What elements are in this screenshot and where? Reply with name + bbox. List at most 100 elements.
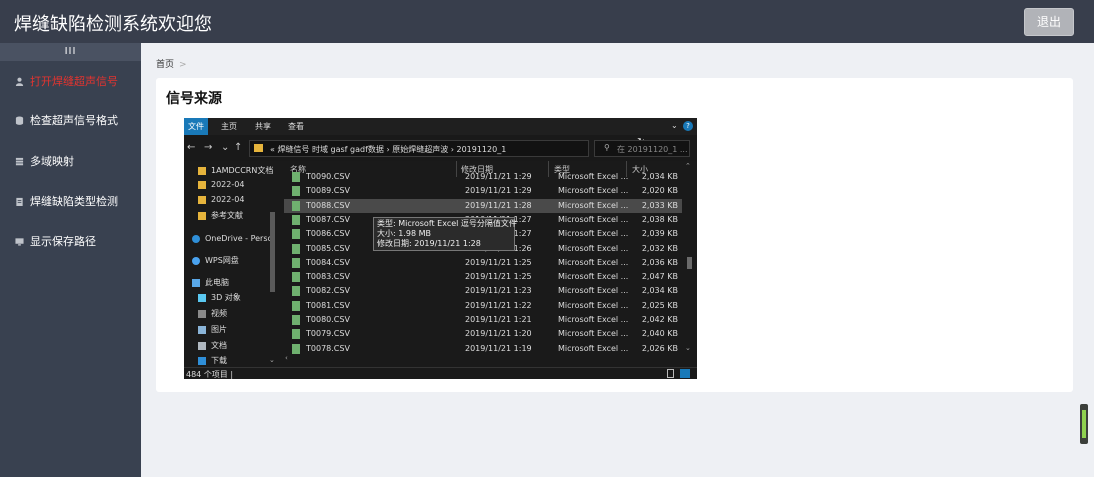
file-row: T0088.CSV 2019/11/21 1:28 Microsoft Excel … (284, 198, 682, 213)
sidebar-item-open-signal[interactable]: 打开焊缝超声信号 (0, 71, 141, 91)
file-date: 2019/11/21 1:29 (465, 172, 532, 181)
monitor-icon (15, 237, 24, 246)
file-date: 2019/11/21 1:28 (465, 200, 532, 210)
file-size: 2,020 KB (641, 186, 678, 196)
file-row: T0089.CSV 2019/11/21 1:29 Microsoft Excel … (284, 184, 682, 198)
tooltip-type: 类型: Microsoft Excel 逗号分隔值文件 (377, 219, 517, 228)
file-row: T0080.CSV 2019/11/21 1:21 Microsoft Excel … (284, 313, 682, 327)
csv-file-icon (292, 186, 300, 197)
file-name: T0088.CSV (306, 200, 350, 210)
download-icon (198, 356, 206, 365)
nav-item: 文档 (198, 340, 227, 351)
csv-file-icon (292, 315, 300, 325)
file-row: T0081.CSV 2019/11/21 1:22 Microsoft Excel … (284, 299, 682, 313)
file-size: 2,032 KB (641, 243, 678, 253)
sidebar-item-label: 多域映射 (30, 155, 74, 168)
file-scrollbar (687, 257, 692, 269)
file-name: T0085.CSV (306, 243, 350, 253)
csv-file-icon (292, 172, 300, 182)
nav-item: 下载 (198, 355, 227, 366)
file-type: Microsoft Excel ... (558, 300, 629, 310)
user-icon (15, 77, 24, 86)
top-bar: 焊缝缺陷检测系统欢迎您 退出 (0, 0, 1094, 43)
item-count: 484 个项目 | (186, 370, 234, 379)
navigation-pane: 1AMDCCRN文档 2022-04 2022-04 参考文献 OneDrive… (184, 161, 280, 367)
file-tooltip: 类型: Microsoft Excel 逗号分隔值文件 大小: 1.98 MB … (373, 217, 517, 251)
folder-icon (198, 195, 206, 204)
sidebar-item-label: 检查超声信号格式 (30, 114, 118, 127)
file-row: T0083.CSV 2019/11/21 1:25 Microsoft Excel … (284, 270, 682, 284)
chevron-left-icon: ‹ (285, 354, 288, 362)
nav-scrollbar (270, 212, 275, 292)
file-type: Microsoft Excel ... (558, 272, 629, 282)
breadcrumb-separator: > (179, 60, 187, 70)
address-bar: « 焊缝信号 时域 gasf gadf数据 › 原始焊缝超声波 › 201911… (249, 140, 589, 157)
sidebar-item-label: 显示保存路径 (30, 235, 96, 248)
sidebar-item-multi-domain[interactable]: 多域映射 (0, 151, 141, 171)
search-icon: ⚲ (604, 143, 610, 152)
file-name: T0081.CSV (306, 300, 350, 310)
ribbon-tab-share: 共享 (255, 122, 271, 131)
file-type: Microsoft Excel ... (558, 229, 629, 239)
nav-item: OneDrive - Persc (192, 234, 272, 243)
status-bar: 484 个项目 | (184, 367, 697, 379)
sidebar-item-save-path[interactable]: 显示保存路径 (0, 231, 141, 251)
computer-icon (192, 278, 200, 287)
sidebar-item-defect-detection[interactable]: 焊缝缺陷类型检测 (0, 191, 141, 211)
breadcrumb-home[interactable]: 首页 (156, 60, 174, 70)
sidebar: III 打开焊缝超声信号 检查超声信号格式 多域映射 焊缝缺陷类型检测 显示保存… (0, 43, 141, 477)
sidebar-item-check-format[interactable]: 检查超声信号格式 (0, 110, 141, 130)
address-path: « 焊缝信号 时域 gasf gadf数据 › 原始焊缝超声波 › 201911… (270, 145, 507, 154)
file-date: 2019/11/21 1:21 (465, 315, 532, 324)
floating-side-widget[interactable] (1080, 404, 1088, 444)
file-name: T0083.CSV (306, 272, 350, 282)
chevron-up-icon: ⌃ (685, 162, 691, 170)
ribbon-tab-view: 查看 (288, 122, 304, 131)
tooltip-size: 大小: 1.98 MB (377, 229, 431, 238)
file-list-pane: 名称 修改日期 类型 大小 T0090.CSV 2019/11/21 1:29 Mi… (280, 161, 697, 367)
clipboard-icon (15, 197, 24, 206)
file-type: Microsoft Excel ... (558, 343, 629, 353)
chevron-down-icon: ⌄ (671, 121, 678, 130)
back-arrow-icon: ← (187, 142, 196, 153)
nav-item: 1AMDCCRN文档 (198, 165, 273, 176)
file-explorer-image: 文件 主页 共享 查看 ⌄ ? ← → ⌄ ↑ « 焊缝信号 时域 gasf g… (184, 118, 697, 379)
folder-icon (198, 166, 206, 175)
app-title: 焊缝缺陷检测系统欢迎您 (14, 14, 212, 35)
file-size: 2,026 KB (641, 343, 678, 353)
file-type: Microsoft Excel ... (558, 257, 629, 267)
ribbon-bar: 文件 主页 共享 查看 ⌄ ? (184, 118, 697, 135)
file-date: 2019/11/21 1:20 (465, 329, 532, 339)
thumbnail-view-icon (680, 369, 690, 378)
file-row: T0078.CSV 2019/11/21 1:19 Microsoft Excel … (284, 342, 682, 356)
file-type: Microsoft Excel ... (558, 315, 629, 324)
help-icon: ? (683, 121, 693, 131)
sidebar-toggle[interactable]: III (0, 43, 141, 61)
file-name: T0090.CSV (306, 172, 350, 181)
stack-icon (15, 157, 24, 166)
csv-file-icon (292, 200, 300, 211)
address-row: ← → ⌄ ↑ « 焊缝信号 时域 gasf gadf数据 › 原始焊缝超声波 … (184, 135, 697, 161)
file-name: T0087.CSV (306, 214, 350, 224)
nav-item: 2022-04 (198, 195, 244, 204)
ribbon-tab-file: 文件 (184, 118, 208, 135)
nav-item: 3D 对象 (198, 292, 241, 303)
database-icon (15, 116, 24, 125)
cloud-icon (192, 234, 200, 243)
file-size: 2,034 KB (641, 286, 678, 296)
folder-icon (254, 144, 263, 152)
sidebar-item-label: 打开焊缝超声信号 (30, 75, 118, 88)
recent-dropdown-icon: ⌄ (221, 142, 230, 153)
csv-file-icon (292, 329, 300, 340)
file-name: T0084.CSV (306, 257, 350, 267)
file-type: Microsoft Excel ... (558, 286, 629, 296)
breadcrumb: 首页 > (156, 57, 187, 70)
logout-button[interactable]: 退出 (1024, 8, 1074, 36)
csv-file-icon (292, 343, 300, 354)
sidebar-item-label: 焊缝缺陷类型检测 (30, 195, 118, 208)
file-size: 2,025 KB (641, 300, 678, 310)
file-date: 2019/11/21 1:19 (465, 343, 532, 353)
file-name: T0082.CSV (306, 286, 350, 296)
nav-item: 2022-04 (198, 180, 244, 189)
folder-icon (198, 180, 206, 189)
